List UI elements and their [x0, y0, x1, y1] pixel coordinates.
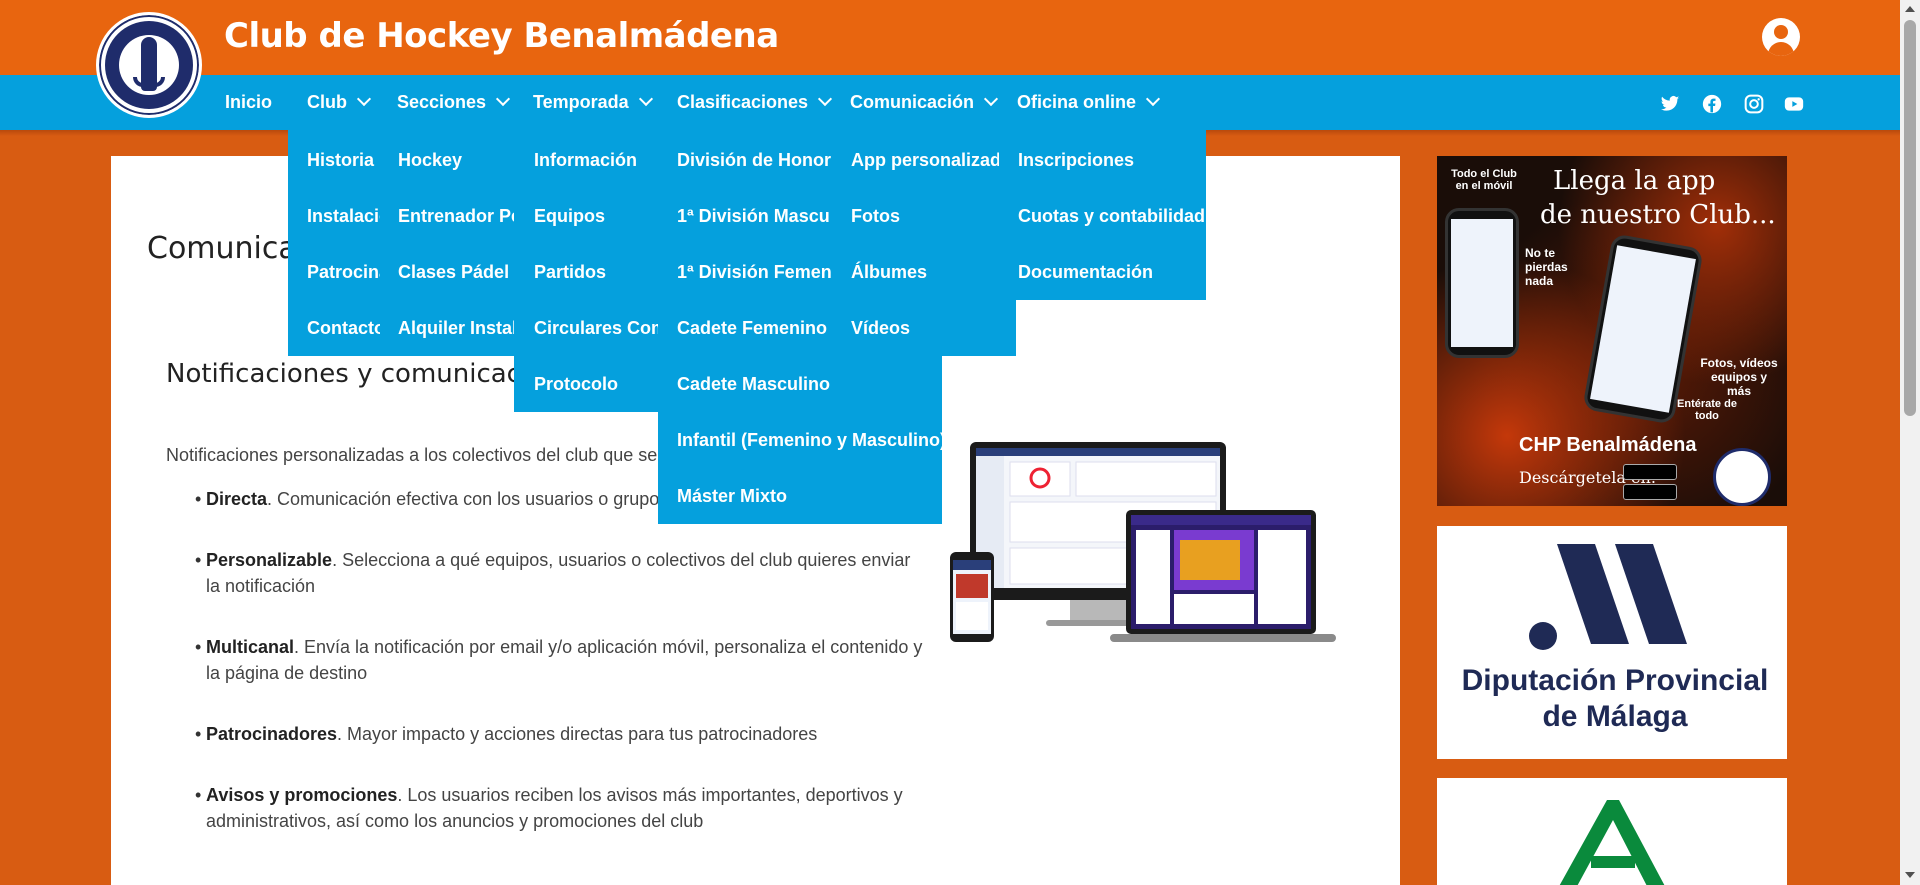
youtube-icon[interactable]: [1784, 94, 1804, 114]
dropdown-club: Historia Instalaciones Patrocinadores Co…: [288, 130, 380, 356]
list-item: • Avisos y promociones. Los usuarios reci…: [195, 785, 903, 831]
nav-club[interactable]: Club: [307, 90, 372, 114]
app-store-badge[interactable]: [1623, 484, 1677, 500]
promo-heading: Llega la app: [1553, 166, 1716, 196]
chevron-down-icon: [356, 91, 372, 107]
menu-item-informacion[interactable]: Información: [534, 150, 637, 174]
diputacion-title: Diputación Provincial: [1461, 664, 1769, 697]
bullet-term: Directa: [206, 489, 268, 509]
dropdown-secciones: Hockey Entrenador Personal Clases Pádel …: [380, 130, 514, 356]
scroll-up-arrow-icon[interactable]: [1905, 6, 1915, 12]
menu-item-cadete-femenino[interactable]: Cadete Femenino: [677, 318, 827, 342]
phone-mockup: [1445, 208, 1519, 358]
menu-item-infantil[interactable]: Infantil (Femenino y Masculino): [677, 430, 942, 454]
menu-item-documentacion[interactable]: Documentación: [1018, 262, 1153, 286]
list-item: • Multicanal. Envía la notificación por e…: [195, 637, 923, 683]
nav-label: Clasificaciones: [677, 91, 809, 112]
bullet-term: Avisos y promociones: [206, 785, 398, 805]
menu-item-cuotas-contabilidad[interactable]: Cuotas y contabilidad: [1018, 206, 1205, 230]
bullet-text: . Mayor impacto y acciones directas para…: [337, 724, 818, 744]
promo-tag: No te pierdas nada: [1525, 246, 1568, 288]
menu-item-partidos[interactable]: Partidos: [534, 262, 606, 286]
bullet-text: . Envía la notificación por email y/o ap…: [206, 637, 923, 683]
diputacion-subtitle: de Málaga: [1542, 700, 1688, 733]
menu-item-videos[interactable]: Vídeos: [851, 318, 910, 342]
bullet-term: Patrocinadores: [206, 724, 338, 744]
junta-logo: [1559, 800, 1665, 885]
nav-clasificaciones[interactable]: Clasificaciones: [677, 90, 833, 114]
menu-item-hockey[interactable]: Hockey: [398, 150, 462, 174]
menu-item-1a-division-femenina[interactable]: 1ª División Femenina: [677, 262, 831, 286]
menu-item-entrenador-personal[interactable]: Entrenador Personal: [398, 206, 514, 230]
chevron-down-icon: [638, 91, 653, 107]
nav-oficina-online[interactable]: Oficina online: [1017, 90, 1161, 114]
nav-label: Secciones: [397, 91, 487, 112]
nav-label: Oficina online: [1017, 91, 1137, 112]
menu-item-instalaciones[interactable]: Instalaciones: [307, 206, 380, 230]
nav-label: Comunicación: [850, 91, 975, 112]
google-play-badge[interactable]: [1623, 464, 1677, 480]
menu-item-inscripciones[interactable]: Inscripciones: [1018, 150, 1134, 174]
dropdown-comunicacion: App personalizada Fotos Álbumes Vídeos: [832, 130, 1016, 356]
menu-item-circulares-competicion[interactable]: Circulares Competición: [534, 318, 658, 342]
menu-item-cadete-masculino[interactable]: Cadete Masculino: [677, 374, 830, 398]
nav-label: Inicio: [225, 91, 273, 112]
promo-tag: Todo el Club en el móvil: [1451, 168, 1517, 192]
devices-image: [950, 442, 1336, 642]
menu-item-patrocinadores[interactable]: Patrocinadores: [307, 262, 380, 286]
nav-label: Club: [307, 91, 347, 112]
bullet-term: Personalizable: [206, 550, 333, 570]
menu-item-albumes[interactable]: Álbumes: [851, 262, 927, 286]
nav-secciones[interactable]: Secciones: [397, 90, 511, 114]
list-item: • Patrocinadores. Mayor impacto y accione…: [195, 724, 818, 744]
site-title[interactable]: Club de Hockey Benalmádena: [224, 16, 779, 56]
promo-tag: Entérate de todo: [1677, 398, 1737, 422]
user-account-icon[interactable]: [1762, 18, 1800, 56]
diputacion-banner[interactable]: Diputación Provincial de Málaga: [1437, 526, 1787, 759]
nav-inicio[interactable]: Inicio: [225, 90, 272, 114]
menu-item-alquiler-instalaciones[interactable]: Alquiler Instalaciones: [398, 318, 514, 342]
chevron-down-icon: [817, 91, 833, 107]
nav-comunicacion[interactable]: Comunicación: [850, 90, 999, 114]
scroll-thumb[interactable]: [1904, 20, 1916, 416]
dropdown-temporada: Información Equipos Partidos Circulares …: [514, 130, 658, 412]
promo-tag: Fotos, vídeos equipos y más: [1700, 356, 1778, 398]
scroll-down-arrow-icon[interactable]: [1905, 872, 1915, 878]
intro-text: Notificaciones personalizadas a los cole…: [166, 445, 712, 465]
nav-temporada[interactable]: Temporada: [533, 90, 653, 114]
chevron-down-icon: [983, 91, 999, 107]
junta-andalucia-banner[interactable]: [1437, 778, 1787, 885]
chevron-down-icon: [495, 91, 511, 107]
page-scrollbar[interactable]: [1900, 0, 1920, 885]
nav-label: Temporada: [533, 91, 629, 112]
bullet-term: Multicanal: [206, 637, 295, 657]
menu-item-historia[interactable]: Historia: [307, 150, 374, 174]
menu-item-division-honor-b[interactable]: División de Honor B: [677, 150, 831, 174]
menu-item-equipos[interactable]: Equipos: [534, 206, 605, 230]
menu-item-1a-division-masculina[interactable]: 1ª División Masculina: [677, 206, 831, 230]
diputacion-logo: [1529, 544, 1687, 650]
instagram-icon[interactable]: [1744, 94, 1764, 114]
chevron-down-icon: [1145, 91, 1161, 107]
menu-item-fotos[interactable]: Fotos: [851, 206, 900, 230]
menu-item-contacto[interactable]: Contacto: [307, 318, 380, 342]
menu-item-app-personalizada[interactable]: App personalizada: [851, 150, 1011, 174]
twitter-icon[interactable]: [1660, 94, 1680, 114]
promo-heading: de nuestro Club...: [1540, 200, 1776, 230]
facebook-icon[interactable]: [1702, 94, 1722, 114]
list-item: • Personalizable. Selecciona a qué equipo…: [195, 550, 911, 596]
club-logo-small: [1713, 448, 1771, 506]
menu-item-clases-padel[interactable]: Clases Pádel: [398, 262, 509, 286]
app-promo-banner[interactable]: Todo el Club en el móvil Llega la app de…: [1437, 156, 1787, 506]
menu-item-master-mixto[interactable]: Máster Mixto: [677, 486, 787, 510]
dropdown-oficina-online: Inscripciones Cuotas y contabilidad Docu…: [999, 130, 1206, 300]
club-logo[interactable]: [96, 12, 202, 118]
promo-brand: CHP Benalmádena: [1519, 434, 1697, 456]
bullet-text: . Comunicación efectiva con los usuarios…: [267, 489, 669, 509]
menu-item-protocolo[interactable]: Protocolo: [534, 374, 618, 398]
